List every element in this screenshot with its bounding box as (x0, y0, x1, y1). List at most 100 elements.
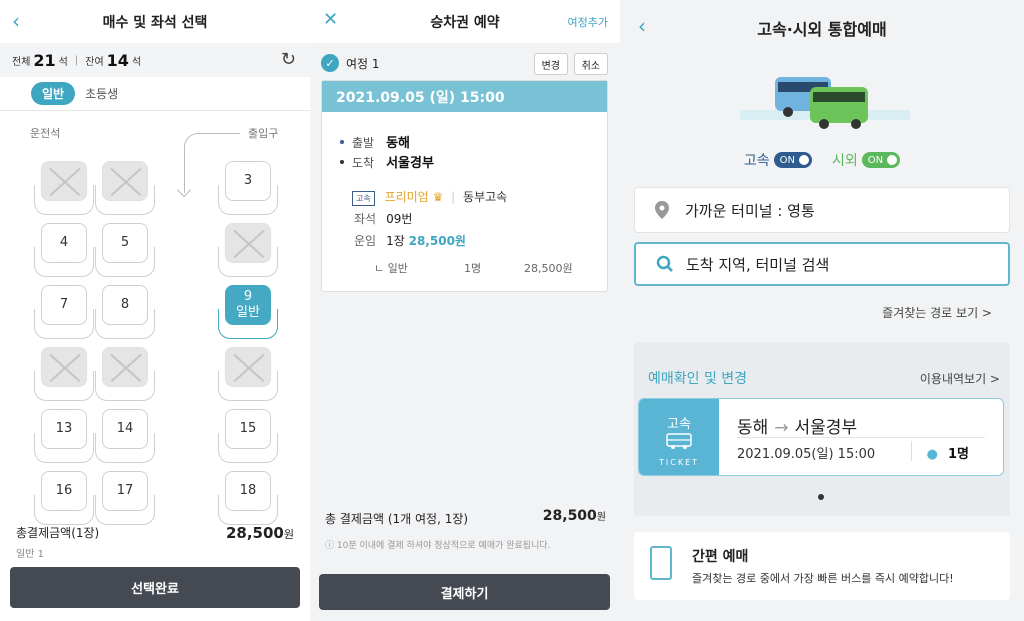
remain-count: 14 (106, 50, 129, 70)
remain-label: 잔여 (85, 56, 104, 68)
ticket-type: 고속 (667, 417, 691, 432)
tab-child[interactable]: 초등생 (85, 85, 118, 102)
ticket-date: 2021.09.05(일) 15:00 (737, 447, 876, 462)
crown-icon: ♛ (432, 190, 444, 204)
grade-badge: 고속 (352, 191, 375, 206)
express-switch[interactable]: ON (773, 152, 812, 168)
ticket-card[interactable]: 고속 TICKET 동해 → 서울경부 2021.09.05(일) 15:00 ● 1… (638, 398, 1004, 476)
total-payment: 총 결제금액 (1개 여정, 1장) 28,500원 (325, 508, 606, 527)
home-screen: ‹ 고속·시외 통합예매 고속 ON 시외 ON 가까운 터미널 : 영통 도착… (620, 0, 1024, 621)
total-payment-amount: 28,500원 (542, 508, 606, 524)
seat-18[interactable]: 18 (218, 471, 278, 525)
intercity-switch[interactable]: ON (861, 152, 901, 168)
unit: 석 (58, 56, 68, 68)
depart-row: 출발 동해 (352, 136, 411, 151)
divider (737, 437, 985, 438)
trip-label: 여정 1 (346, 56, 380, 71)
bus-illustration-icon (740, 77, 910, 129)
trip-datetime: 2021.09.05 (일) 15:00 (322, 81, 607, 112)
page-title: 매수 및 좌석 선택 (102, 14, 208, 31)
grade-row: 고속 프리미엄 ♛ | 동부고속 (352, 188, 507, 206)
seat-taken (95, 161, 155, 215)
back-icon[interactable]: ‹ (638, 14, 646, 38)
easy-booking-card[interactable]: 간편 예매 즐겨찾는 경로 중에서 가장 빠른 버스를 즉시 예약합니다! (634, 532, 1010, 600)
ticket-stub: 고속 TICKET (639, 399, 719, 475)
destination-search[interactable]: 도착 지역, 터미널 검색 (634, 242, 1010, 286)
company: 동부고속 (463, 190, 508, 204)
seat-4[interactable]: 4 (34, 223, 94, 277)
seat-14[interactable]: 14 (95, 409, 155, 463)
person-icon: ● (926, 447, 938, 462)
history-link[interactable]: 이용내역보기 > (920, 370, 1000, 387)
booking-screen: ✕ 승차권 예약 여정추가 ✓ 여정 1 변경 취소 2021.09.05 (일… (310, 0, 620, 621)
header: ‹ 고속·시외 통합예매 (620, 0, 1024, 56)
nearest-terminal[interactable]: 가까운 터미널 : 영통 (634, 187, 1010, 233)
divider (911, 441, 912, 461)
nearest-terminal-text: 가까운 터미널 : 영통 (685, 201, 815, 220)
seat-5[interactable]: 5 (95, 223, 155, 277)
seat-taken (34, 161, 94, 215)
header: ‹ 매수 및 좌석 선택 (0, 0, 310, 43)
seat-3[interactable]: 3 (218, 161, 278, 215)
tab-general[interactable]: 일반 (31, 82, 76, 105)
arrive-row: 도착 서울경부 (352, 156, 434, 171)
seat-15[interactable]: 15 (218, 409, 278, 463)
header: ✕ 승차권 예약 여정추가 (310, 0, 620, 43)
ticket-word: TICKET (658, 458, 700, 467)
fare-row: 운임 1장 28,500원 (354, 234, 466, 248)
close-icon[interactable]: ✕ (323, 9, 338, 30)
seat-13[interactable]: 13 (34, 409, 94, 463)
divider: | (74, 54, 79, 66)
favorites-link[interactable]: 즐겨찾는 경로 보기 > (882, 304, 992, 321)
route-line-icon (340, 140, 344, 164)
page-title: 고속·시외 통합예매 (757, 20, 887, 39)
seat-9-selected[interactable]: 9 일반 (218, 285, 278, 339)
change-button[interactable]: 변경 (533, 53, 568, 75)
seat-row: 좌석 09번 (354, 212, 413, 226)
add-trip-link[interactable]: 여정추가 (568, 14, 608, 30)
seat-16[interactable]: 16 (34, 471, 94, 525)
easy-booking-title: 간편 예매 (692, 549, 749, 565)
seat-map: 운전석 출입구 3 4 5 7 8 9 일반 13 14 15 16 17 18 (0, 111, 310, 525)
search-placeholder: 도착 지역, 터미널 검색 (686, 255, 830, 274)
seat-selection-screen: ‹ 매수 및 좌석 선택 전체 21 석 | 잔여 14 석 ↻ 일반 초등생 … (0, 0, 310, 621)
easy-booking-desc: 즐겨찾는 경로 중에서 가장 빠른 버스를 즉시 예약합니다! (692, 572, 954, 585)
seat-8[interactable]: 8 (95, 285, 155, 339)
search-icon (656, 255, 673, 272)
bus-type-toggles: 고속 ON 시외 ON (620, 150, 1024, 170)
total-count: 21 (33, 50, 56, 70)
back-icon[interactable]: ‹ (12, 9, 20, 33)
reservation-header: 예매확인 및 변경 (648, 371, 748, 387)
trip-row: ✓ 여정 1 변경 취소 (310, 43, 620, 83)
phone-ticket-icon (650, 546, 672, 580)
express-toggle[interactable]: 고속 ON (744, 150, 812, 170)
seat-taken (218, 223, 278, 277)
ticket-route: 동해 → 서울경부 (737, 418, 858, 438)
intercity-toggle[interactable]: 시외 ON (832, 150, 901, 170)
total-fare-label: 총결제금액(1장) (16, 526, 100, 540)
grade-label: 프리미엄 (384, 190, 429, 204)
page-title: 승차권 예약 (430, 14, 500, 31)
reservation-panel: 예매확인 및 변경 이용내역보기 > 고속 TICKET 동해 → 서울경부 202… (634, 342, 1010, 516)
arrow-right-icon: → (774, 418, 789, 438)
unit: 석 (131, 56, 142, 68)
check-icon[interactable]: ✓ (321, 54, 339, 72)
seat-17[interactable]: 17 (95, 471, 155, 525)
location-pin-icon (655, 201, 669, 219)
seat-count-bar: 전체 21 석 | 잔여 14 석 ↻ (0, 43, 310, 77)
fare-detail-row: ㄴ 일반 1명 28,500원 (374, 262, 573, 275)
intercity-label: 시외 (832, 153, 858, 169)
pay-button[interactable]: 결제하기 (319, 574, 610, 610)
cancel-button[interactable]: 취소 (573, 53, 608, 75)
fare-breakdown: 일반 1 (16, 549, 44, 560)
total-label: 전체 (12, 56, 31, 68)
seat-taken (34, 347, 94, 401)
refresh-icon[interactable]: ↻ (281, 49, 296, 70)
total-fare-amount: 28,500원 (225, 524, 294, 542)
confirm-selection-button[interactable]: 선택완료 (10, 567, 300, 608)
door-label: 출입구 (248, 127, 279, 140)
express-label: 고속 (743, 153, 770, 169)
pager-dot (818, 494, 824, 500)
seat-7[interactable]: 7 (34, 285, 94, 339)
bus-icon (666, 433, 692, 449)
